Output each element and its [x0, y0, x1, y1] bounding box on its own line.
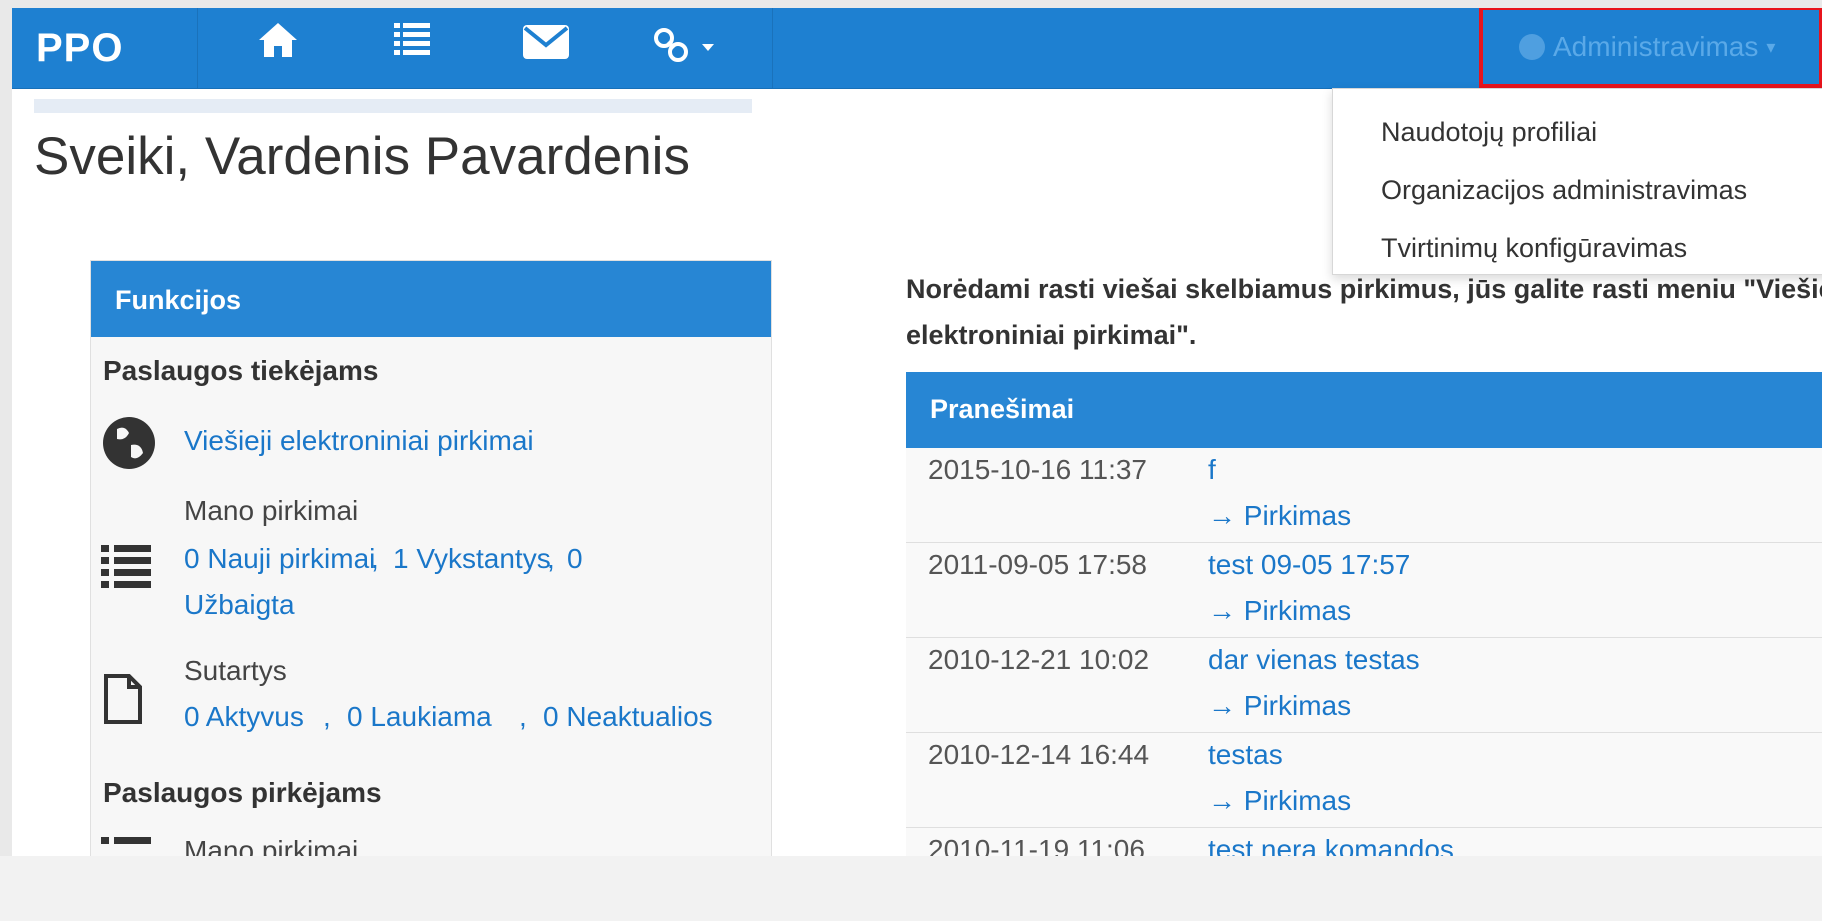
admin-menu-button[interactable]: Administravimas ▾ — [1479, 8, 1822, 88]
notification-date: 2011-09-05 17:58 — [928, 549, 1147, 580]
notification-row: 2015-10-16 11:37 f → Pirkimas — [906, 448, 1822, 543]
navbar-divider — [197, 8, 198, 88]
list-icon[interactable] — [392, 20, 432, 65]
envelope-icon[interactable] — [522, 24, 570, 65]
new-purchases-link[interactable]: 0 Nauji pirkimai — [184, 543, 375, 575]
notification-row: 2010-12-21 10:02 dar vienas testas → Pir… — [906, 638, 1822, 733]
chevron-down-icon: ▾ — [1766, 36, 1776, 57]
notification-subject-link[interactable]: test nera komandos — [1208, 834, 1454, 856]
notification-subject-link[interactable]: test 09-05 17:57 — [1208, 549, 1410, 581]
finished-purchases-link[interactable]: Užbaigta — [184, 589, 295, 621]
gear-icon — [1519, 34, 1545, 60]
globe-icon — [101, 415, 157, 476]
notification-purchase-link[interactable]: → Pirkimas — [1208, 595, 1351, 627]
separator: , — [519, 701, 527, 732]
separator: , — [547, 543, 555, 574]
list-icon — [101, 835, 151, 854]
menu-item-organization-admin[interactable]: Organizacijos administravimas — [1381, 175, 1747, 206]
notification-date: 2010-12-14 16:44 — [928, 739, 1150, 770]
functions-panel-header: Funkcijos — [91, 261, 771, 337]
browser-viewport: PPO Administravimas ▾ Sveiki, Vardenis P… — [12, 8, 1822, 856]
top-navbar: PPO Administravimas ▾ — [12, 8, 1822, 89]
separator: , — [323, 701, 331, 732]
finished-purchases-count[interactable]: 0 — [567, 543, 583, 575]
notification-date: 2015-10-16 11:37 — [928, 454, 1147, 485]
contracts-label: Sutartys — [184, 655, 287, 686]
notification-row: 2011-09-05 17:58 test 09-05 17:57 → Pirk… — [906, 543, 1822, 638]
admin-menu-label: Administravimas — [1553, 31, 1759, 62]
notification-date: 2010-11-19 11:06 — [928, 834, 1145, 856]
ongoing-purchases-link[interactable]: 1 Vykstantys — [393, 543, 551, 575]
suppliers-section-title: Paslaugos tiekėjams — [103, 355, 379, 386]
notification-subject-link[interactable]: f — [1208, 454, 1216, 486]
buyers-my-purchases-label: Mano pirkimai — [184, 835, 359, 856]
progress-strip — [34, 99, 752, 113]
menu-item-approval-config[interactable]: Tvirtinimų konfigūravimas — [1381, 233, 1687, 264]
notification-date: 2010-12-21 10:02 — [928, 644, 1150, 675]
contracts-inactive-link[interactable]: 0 Neaktualios — [543, 701, 713, 733]
menu-item-user-profiles[interactable]: Naudotojų profiliai — [1381, 117, 1597, 148]
notification-purchase-link[interactable]: → Pirkimas — [1208, 690, 1351, 722]
contracts-active-link[interactable]: 0 Aktyvus — [184, 701, 304, 733]
navbar-divider — [772, 8, 773, 88]
notification-subject-link[interactable]: dar vienas testas — [1208, 644, 1420, 676]
notification-purchase-link[interactable]: → Pirkimas — [1208, 500, 1351, 532]
notification-purchase-link[interactable]: → Pirkimas — [1208, 785, 1351, 817]
my-purchases-label: Mano pirkimai — [184, 495, 359, 526]
notification-row: 2010-12-14 16:44 testas → Pirkimas — [906, 733, 1822, 828]
list-icon — [101, 543, 151, 596]
separator: , — [371, 543, 379, 574]
functions-panel: Funkcijos Paslaugos tiekėjams Viešieji e… — [90, 260, 772, 856]
admin-dropdown-menu: Naudotojų profiliai Organizacijos admini… — [1332, 88, 1822, 275]
document-icon — [103, 673, 143, 730]
bottom-strip — [0, 856, 1822, 921]
notification-subject-link[interactable]: testas — [1208, 739, 1283, 771]
functions-title: Funkcijos — [115, 285, 242, 315]
notification-row: 2010-11-19 11:06 test nera komandos — [906, 828, 1822, 856]
notifications-title: Pranešimai — [930, 394, 1075, 424]
info-text: Norėdami rasti viešai skelbiamus pirkimu… — [906, 274, 1822, 350]
public-procurement-link[interactable]: Viešieji elektroniniai pirkimai — [184, 425, 534, 457]
brand-logo[interactable]: PPO — [36, 26, 123, 71]
contracts-waiting-link[interactable]: 0 Laukiama — [347, 701, 492, 733]
buyers-section-title: Paslaugos pirkėjams — [103, 777, 382, 808]
page-title: Sveiki, Vardenis Pavardenis — [34, 127, 690, 186]
link-icon[interactable] — [652, 26, 720, 71]
home-icon[interactable] — [256, 20, 300, 65]
notifications-header: Pranešimai — [906, 372, 1822, 448]
